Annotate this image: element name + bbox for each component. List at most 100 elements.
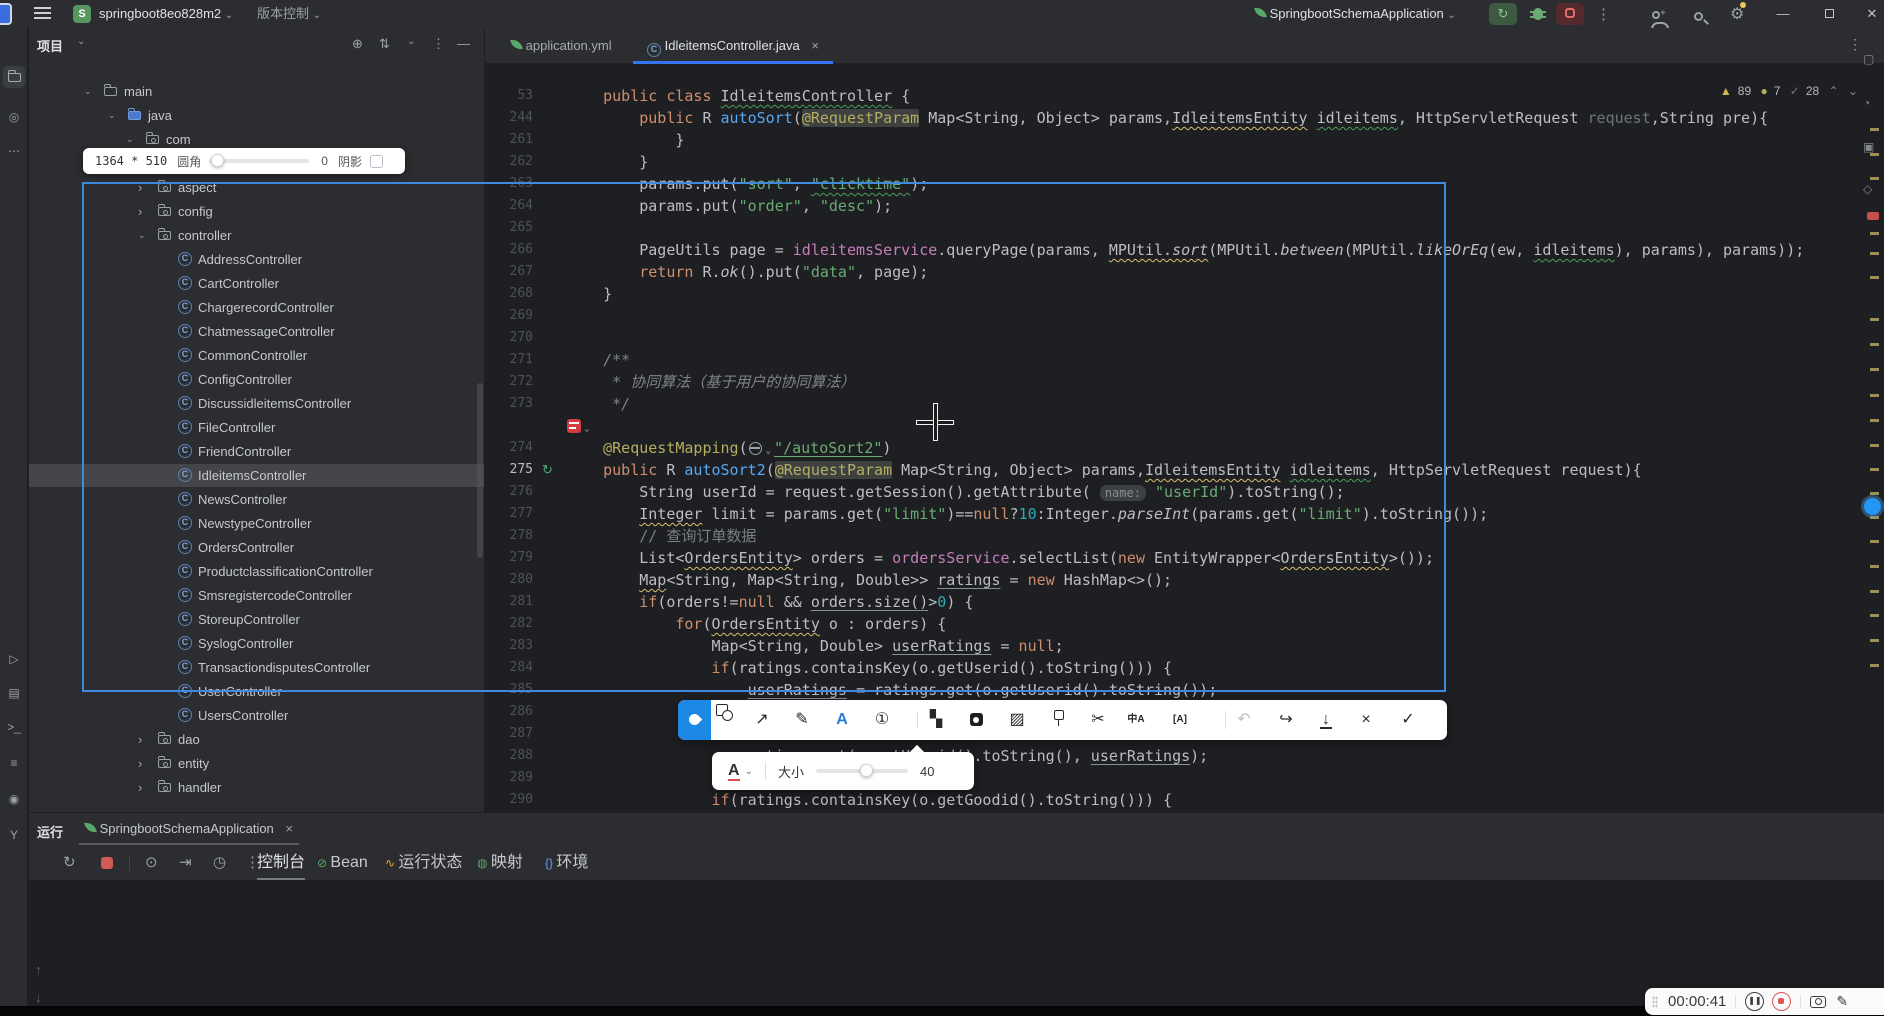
tabbar-kebab-icon[interactable]: ⋮ [1848, 36, 1862, 53]
url-globe-icon[interactable] [749, 442, 762, 455]
screenshot-camera-icon[interactable] [1810, 996, 1826, 1008]
undo-icon[interactable]: ↶ [1231, 700, 1257, 740]
confirm-icon[interactable]: ✓ [1395, 700, 1421, 740]
vcs-button[interactable]: 版本控制 ⌄ [257, 0, 321, 28]
collapse-all-icon[interactable]: ⌄ [407, 36, 415, 47]
tab-application-yml[interactable]: application.yml [511, 28, 612, 64]
tree-arrow-icon[interactable]: › [138, 728, 142, 751]
main-menu-icon[interactable] [34, 7, 51, 20]
tab-close-icon[interactable]: × [811, 38, 819, 53]
stop-icon[interactable] [101, 856, 113, 873]
font-chevron-icon[interactable]: ⌄ [745, 766, 753, 777]
console-tab-Bean[interactable]: ⊘ Bean [317, 846, 368, 880]
tree-arrow-icon[interactable]: ⌄ [138, 224, 146, 247]
tree-item-controller[interactable]: ⌄controller [29, 224, 484, 247]
editor-area[interactable]: application.yml C IdleitemsController.ja… [485, 28, 1884, 812]
project-scrollbar[interactable] [477, 383, 483, 558]
tree-item-FriendController[interactable]: CFriendController [29, 440, 484, 463]
tree-arrow-icon[interactable]: › [138, 752, 142, 775]
tree-item-NewstypeController[interactable]: CNewstypeController [29, 512, 484, 535]
shadow-checkbox[interactable] [370, 155, 383, 168]
project-tool-icon[interactable] [3, 66, 25, 88]
spotlight-icon[interactable] [963, 700, 989, 740]
record-tool-icon[interactable]: ◉ [3, 788, 25, 810]
tab-idleitemscontroller-java[interactable]: C IdleitemsController.java × [647, 28, 819, 64]
tree-item-StoreupController[interactable]: CStoreupController [29, 608, 484, 631]
tree-item-entity[interactable]: ›entity [29, 752, 484, 775]
inlay-chevron-icon[interactable]: ⌄ [584, 424, 589, 434]
stop-recording-button[interactable] [1772, 992, 1791, 1011]
tree-arrow-icon[interactable]: › [138, 200, 142, 223]
font-color-button[interactable]: A [728, 762, 740, 781]
menu-tool-icon[interactable]: ≡ [3, 752, 25, 774]
more-actions-icon[interactable]: ⋮ [1596, 5, 1611, 23]
commit-tool-icon[interactable]: ◎ [3, 106, 25, 128]
rerun-button[interactable]: ↻ [1489, 3, 1517, 25]
export-icon[interactable]: ⇥ [179, 853, 192, 871]
console-tab-运行状态[interactable]: ∿ 运行状态 [385, 846, 462, 880]
tree-item-UsersController[interactable]: CUsersController [29, 704, 484, 727]
maximize-button[interactable] [1812, 0, 1846, 28]
run-config-selector[interactable]: SpringbootSchemaApplication ⌄ [1255, 0, 1456, 28]
right-strip-icon[interactable]: ◔ [1863, 96, 1870, 110]
tree-item-ProductclassificationController[interactable]: CProductclassificationController [29, 560, 484, 583]
project-title-chevron-icon[interactable]: ⌄ [77, 36, 85, 47]
annotate-pencil-icon[interactable]: ✎ [1836, 993, 1848, 1010]
ocr-icon[interactable]: [A] [1167, 700, 1193, 740]
tree-item-UserController[interactable]: CUserController [29, 680, 484, 703]
console-mini-icon[interactable]: ↑ [35, 962, 42, 977]
console-tab-环境[interactable]: {} 环境 [545, 846, 588, 880]
tree-item-AddressController[interactable]: CAddressController [29, 248, 484, 271]
tree-item-SyslogController[interactable]: CSyslogController [29, 632, 484, 655]
camera-icon[interactable]: ⊙ [145, 853, 158, 871]
run-tool-icon[interactable]: ▷ [3, 648, 25, 670]
tree-item-CartController[interactable]: CCartController [29, 272, 484, 295]
pin-icon[interactable] [1045, 700, 1071, 740]
tree-item-FileController[interactable]: CFileController [29, 416, 484, 439]
console-tab-映射[interactable]: ◍ 映射 [477, 846, 523, 880]
url-chevron-icon[interactable]: ⌄ [766, 446, 771, 456]
tree-arrow-icon[interactable]: ⌄ [84, 80, 92, 103]
locate-file-icon[interactable]: ⊕ [352, 36, 363, 52]
right-strip-icon[interactable]: ▣ [1863, 140, 1874, 154]
console-mini-icon[interactable]: ↓ [35, 990, 42, 1005]
tree-item-CommonController[interactable]: CCommonController [29, 344, 484, 367]
tree-item-ConfigController[interactable]: CConfigController [29, 368, 484, 391]
panel-more-icon[interactable]: ⋮ [432, 36, 445, 52]
tree-item-IdleitemsController[interactable]: CIdleitemsController [29, 464, 484, 487]
pause-recording-button[interactable]: ❚❚ [1745, 992, 1764, 1011]
drag-handle-icon[interactable] [1652, 996, 1658, 1008]
radius-slider[interactable] [209, 159, 309, 163]
share-icon[interactable]: ↪ [1273, 700, 1299, 740]
tree-item-main[interactable]: ⌄main [29, 80, 484, 103]
tree-arrow-icon[interactable]: › [138, 776, 142, 799]
active-tool-tile[interactable] [678, 700, 711, 740]
translate-icon[interactable]: 中A [1123, 700, 1149, 740]
tree-item-config[interactable]: ›config [29, 200, 484, 223]
font-size-slider[interactable] [816, 769, 908, 773]
hide-panel-icon[interactable]: — [457, 36, 470, 51]
capture-floating-ball[interactable] [1864, 498, 1881, 515]
add-user-icon[interactable]: + [1652, 9, 1666, 26]
inspections-widget[interactable]: ▲89 ●7 ✓28 ⌃ ⌄ [1720, 84, 1864, 102]
shapes-icon[interactable] [709, 700, 735, 740]
invert-icon[interactable]: ▚ [923, 700, 949, 740]
red-inlay-badge-icon[interactable] [567, 419, 581, 433]
tree-item-NewsController[interactable]: CNewsController [29, 488, 484, 511]
tree-item-ChargerecordController[interactable]: CChargerecordController [29, 296, 484, 319]
number-icon[interactable]: ① [869, 700, 895, 740]
tree-item-handler[interactable]: ›handler [29, 776, 484, 799]
close-icon[interactable]: × [1353, 700, 1379, 740]
rerun-icon[interactable]: ↻ [63, 853, 76, 871]
close-window-button[interactable]: ✕ [1855, 0, 1884, 28]
run-tab[interactable]: SpringbootSchemaApplication × [85, 813, 293, 845]
right-strip-icon[interactable]: ◇ [1863, 182, 1872, 196]
tree-arrow-icon[interactable]: › [138, 176, 142, 199]
mosaic-icon[interactable]: ▨ [1004, 700, 1030, 740]
project-name-button[interactable]: springboot8eo828m2 ⌄ [99, 0, 233, 28]
settings-gear-icon[interactable]: ⚙ [1730, 4, 1744, 24]
debug-button[interactable] [1524, 3, 1552, 25]
download-icon[interactable]: ↓ [1313, 700, 1339, 740]
tree-item-TransactiondisputesController[interactable]: CTransactiondisputesController [29, 656, 484, 679]
tree-item-dao[interactable]: ›dao [29, 728, 484, 751]
